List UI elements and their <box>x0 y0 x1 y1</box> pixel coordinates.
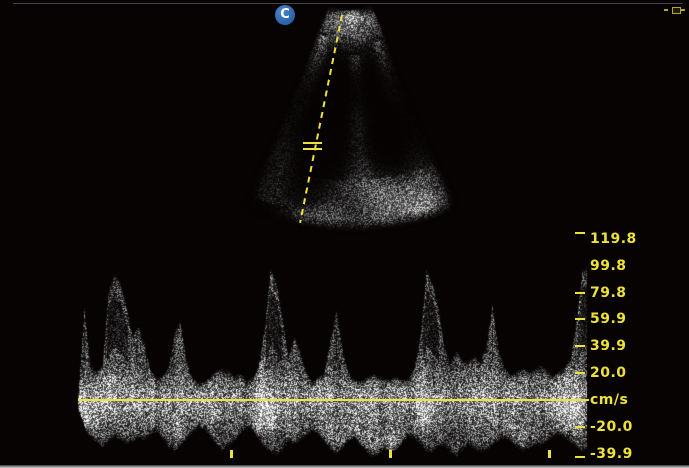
velocity-scale-tick <box>575 372 585 374</box>
echo-2d-display[interactable] <box>210 0 490 240</box>
velocity-scale-label: 119.8 <box>590 231 637 247</box>
sample-gate-marker[interactable] <box>303 142 322 150</box>
depth-marker-dash <box>681 9 685 11</box>
sweep-time-tick <box>389 450 392 458</box>
velocity-scale-tick <box>575 456 585 458</box>
velocity-scale-label: 59.9 <box>590 311 627 327</box>
velocity-scale-label: -20.0 <box>590 419 633 435</box>
depth-marker-box <box>672 7 681 14</box>
velocity-scale-label: 79.8 <box>590 285 627 301</box>
velocity-scale-label: -39.9 <box>590 446 633 462</box>
velocity-scale-tick <box>575 426 585 428</box>
depth-marker-dash <box>664 9 668 11</box>
spectral-doppler-display <box>0 233 689 468</box>
caliper-badge[interactable]: C <box>275 5 295 25</box>
doppler-baseline-line[interactable] <box>78 399 589 401</box>
velocity-scale-tick <box>575 232 585 234</box>
velocity-scale-unit-label: cm/s <box>590 392 628 408</box>
velocity-scale-tick <box>562 399 588 401</box>
ultrasound-screen: C 119.8 99.8 79.8 59.9 39.9 20.0 cm/s -20.0 -39.… <box>0 0 689 468</box>
velocity-scale-label: 99.8 <box>590 258 627 274</box>
sample-gate-bar <box>303 148 322 150</box>
velocity-scale-label: 20.0 <box>590 365 627 381</box>
depth-scale-markers <box>664 7 688 15</box>
velocity-scale-label: 39.9 <box>590 338 627 354</box>
velocity-scale-tick <box>575 345 585 347</box>
sweep-time-tick <box>230 450 233 458</box>
velocity-scale-tick <box>575 318 585 320</box>
sweep-time-tick <box>548 450 551 458</box>
velocity-scale-tick <box>575 292 585 294</box>
sample-gate-bar <box>303 142 322 144</box>
caliper-badge-label: C <box>280 7 290 22</box>
